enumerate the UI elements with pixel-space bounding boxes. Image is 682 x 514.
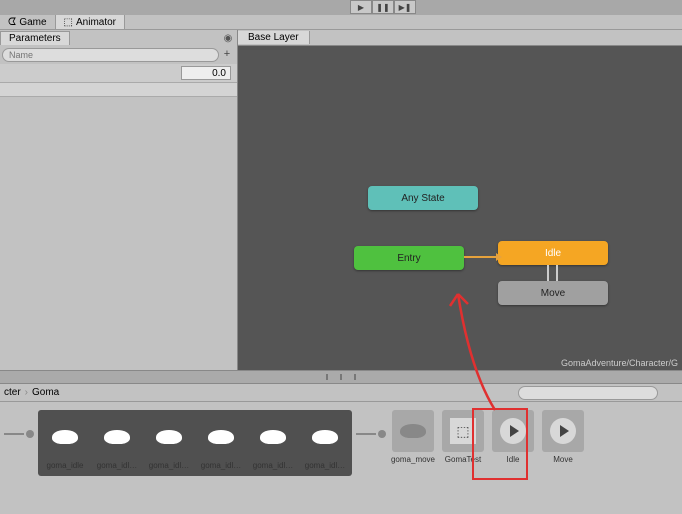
pacman-icon: ᗧ — [8, 17, 16, 28]
main-area: Parameters ◉ + Base Layer Any State Entr… — [0, 30, 682, 370]
sprite-icon — [312, 430, 338, 444]
panel-header: Parameters ◉ — [0, 30, 237, 46]
sprite-item[interactable]: goma_idl… — [198, 416, 244, 470]
param-search-input[interactable] — [2, 48, 219, 62]
sprite-item[interactable]: goma_idle — [42, 416, 88, 470]
graph-panel: Base Layer Any State Entry Idle Move Gom… — [238, 30, 682, 370]
asset-label: goma_idle — [42, 461, 88, 470]
tab-game[interactable]: ᗧ Game — [0, 15, 56, 29]
tab-label: Animator — [76, 17, 116, 28]
sprite-icon — [260, 430, 286, 444]
parameters-tab[interactable]: Parameters — [0, 31, 70, 45]
expand-handle[interactable] — [4, 430, 34, 438]
animator-icon: ⬚ — [64, 17, 73, 28]
controller-icon: ⬚ — [450, 418, 476, 444]
layer-tab[interactable]: Base Layer — [238, 31, 310, 44]
sprite-icon — [156, 430, 182, 444]
sprite-item[interactable]: goma_idl… — [146, 416, 192, 470]
graph-canvas[interactable]: Any State Entry Idle Move GomaAdventure/… — [238, 46, 682, 370]
asset-label: goma_idl… — [146, 461, 192, 470]
add-param-button[interactable]: + — [219, 48, 235, 62]
sprite-item[interactable]: goma_idl… — [302, 416, 348, 470]
project-panel: cter › Goma goma_idle goma_idl… goma_idl… — [0, 384, 682, 514]
eye-icon[interactable]: ◉ — [219, 33, 237, 44]
animation-clip-idle[interactable]: Idle — [490, 410, 536, 464]
asset-label: Idle — [490, 455, 536, 464]
asset-label: goma_idl… — [198, 461, 244, 470]
breadcrumb: cter › Goma — [0, 384, 682, 402]
sprite-icon — [400, 424, 426, 438]
sprite-item[interactable]: goma_idl… — [250, 416, 296, 470]
play-controls: ▶ ❚❚ ▶❚ — [350, 0, 416, 14]
sprite-icon — [208, 430, 234, 444]
panel-divider[interactable] — [0, 370, 682, 384]
top-toolbar: ▶ ❚❚ ▶❚ — [0, 0, 682, 15]
node-entry[interactable]: Entry — [354, 246, 464, 270]
search-row: + — [0, 46, 237, 64]
param-value-input[interactable] — [181, 66, 231, 80]
asset-label: goma_idl… — [250, 461, 296, 470]
tab-animator[interactable]: ⬚ Animator — [56, 15, 125, 29]
asset-label: GomaTest — [440, 455, 486, 464]
asset-label: goma_idl… — [302, 461, 348, 470]
graph-header: Base Layer — [238, 30, 682, 46]
param-empty-row — [0, 83, 237, 97]
sprite-group: goma_idle goma_idl… goma_idl… goma_idl… … — [38, 410, 352, 476]
chevron-right-icon: › — [25, 387, 28, 398]
play-icon — [500, 418, 526, 444]
param-row[interactable] — [0, 64, 237, 83]
asset-path-label: GomaAdventure/Character/G — [561, 358, 678, 368]
sprite-icon — [104, 430, 130, 444]
asset-label: goma_move — [390, 455, 436, 464]
node-any-state[interactable]: Any State — [368, 186, 478, 210]
tab-label: Game — [19, 17, 46, 28]
animation-clip-move[interactable]: Move — [540, 410, 586, 464]
expand-handle[interactable] — [356, 430, 386, 438]
asset-label: Move — [540, 455, 586, 464]
parameters-panel: Parameters ◉ + — [0, 30, 238, 370]
transition-entry-idle[interactable] — [464, 256, 498, 258]
transition-move-idle[interactable] — [556, 265, 558, 281]
pause-button[interactable]: ❚❚ — [372, 0, 394, 14]
play-icon — [550, 418, 576, 444]
sprite-asset-move[interactable]: goma_move — [390, 410, 436, 464]
node-idle[interactable]: Idle — [498, 241, 608, 265]
node-move[interactable]: Move — [498, 281, 608, 305]
step-button[interactable]: ▶❚ — [394, 0, 416, 14]
asset-strip: goma_idle goma_idl… goma_idl… goma_idl… … — [0, 402, 682, 484]
asset-label: goma_idl… — [94, 461, 140, 470]
editor-tabs: ᗧ Game ⬚ Animator — [0, 15, 682, 30]
breadcrumb-parent[interactable]: cter — [4, 387, 21, 398]
sprite-icon — [52, 430, 78, 444]
breadcrumb-child[interactable]: Goma — [32, 387, 59, 398]
sprite-item[interactable]: goma_idl… — [94, 416, 140, 470]
project-search-input[interactable] — [518, 386, 658, 400]
transition-idle-move[interactable] — [547, 265, 549, 281]
animator-controller-asset[interactable]: ⬚ GomaTest — [440, 410, 486, 464]
play-button[interactable]: ▶ — [350, 0, 372, 14]
